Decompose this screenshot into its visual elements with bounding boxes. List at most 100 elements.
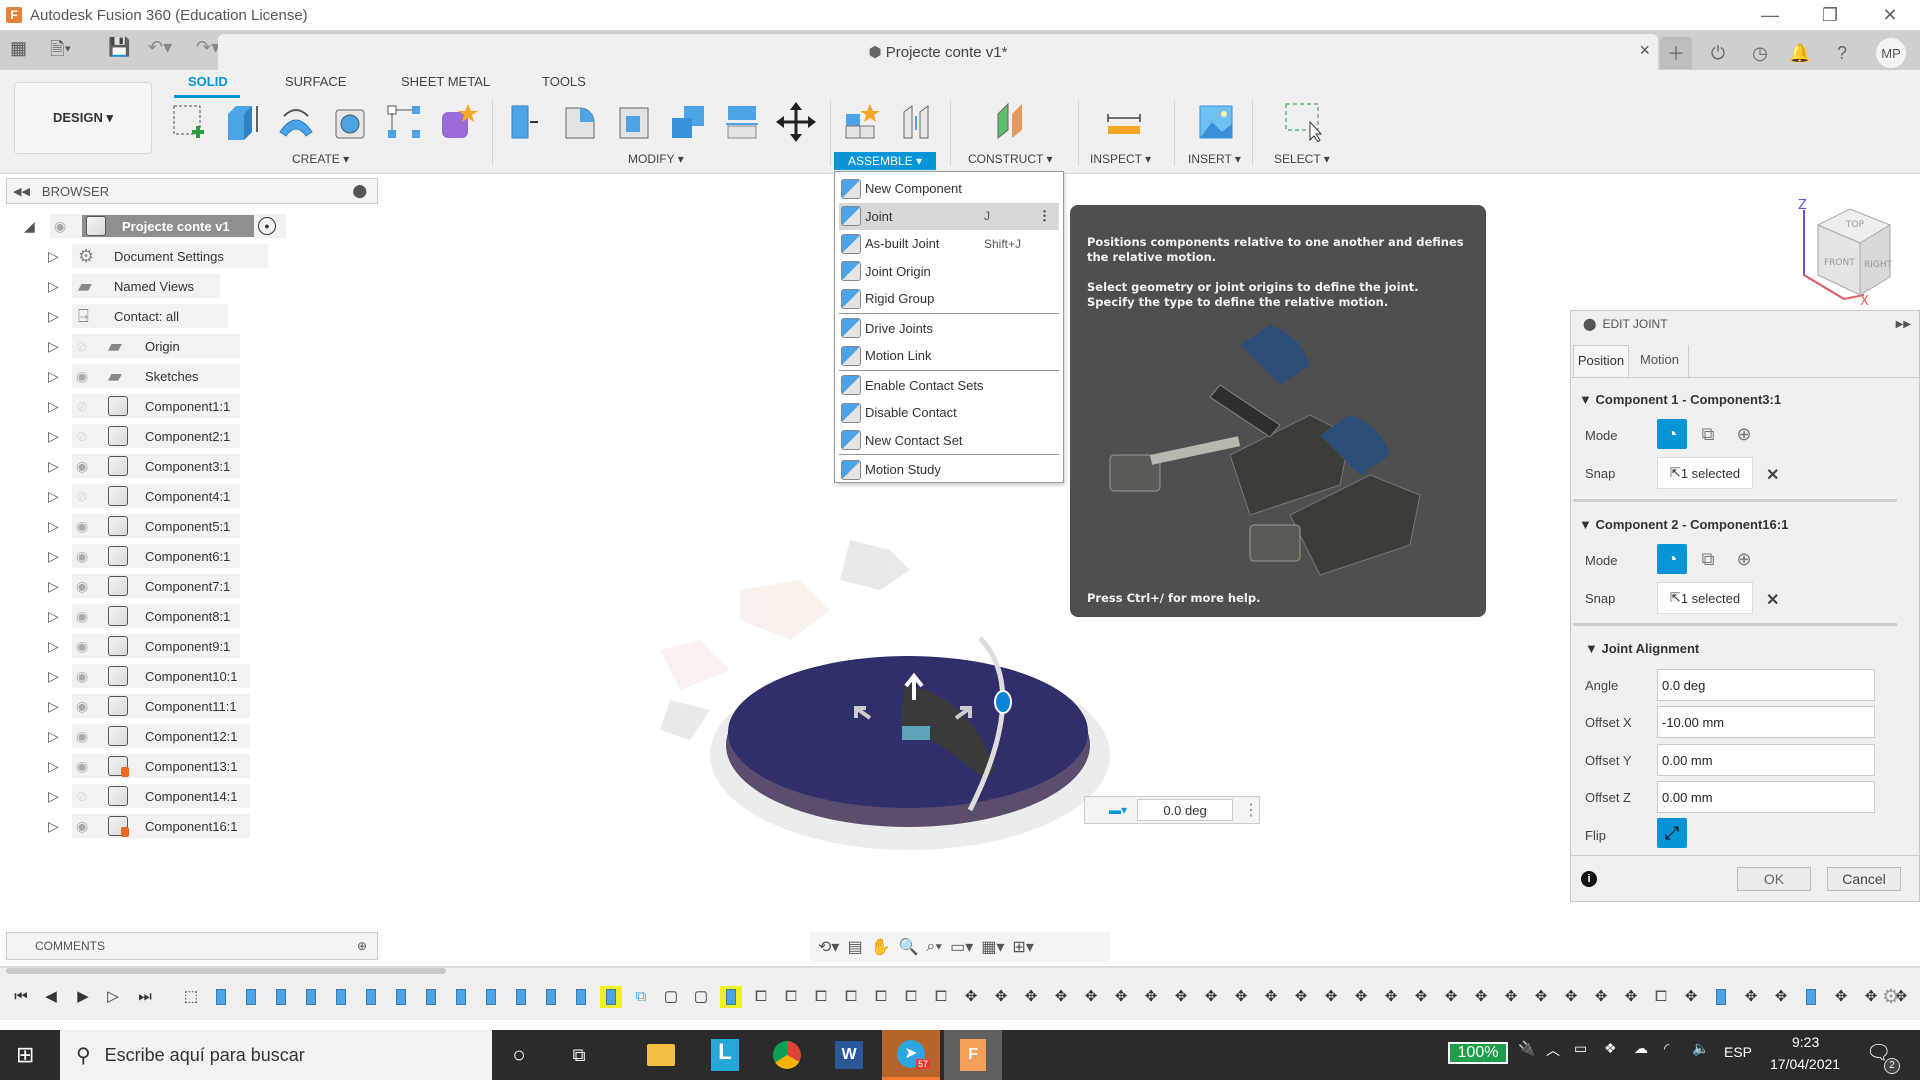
save-icon[interactable]: 💾 (108, 37, 130, 58)
info-icon[interactable]: i (1581, 871, 1597, 887)
fusion360-taskbar-icon[interactable]: F (944, 1030, 1002, 1080)
add-comment-icon[interactable]: ⊕ (357, 939, 367, 953)
offset-x-field[interactable]: -10.00 mm (1657, 706, 1875, 738)
visibility-hidden-icon[interactable]: ⊘ (76, 788, 96, 804)
menu-item-new-contact-set[interactable]: New Contact Set (839, 427, 1059, 454)
menu-item-drive-joints[interactable]: Drive Joints (839, 315, 1059, 342)
expand-triangle-icon[interactable]: ▷ (48, 758, 64, 774)
file-menu-icon[interactable]: 🗎▾ (50, 37, 71, 67)
job-status-icon[interactable]: ◷ (1744, 37, 1776, 69)
timeline-move-icon[interactable]: ✥ (1290, 986, 1312, 1008)
timeline-move-icon[interactable]: ✥ (1260, 986, 1282, 1008)
clock-date[interactable]: 17/04/2021 (1770, 1056, 1840, 1072)
expand-triangle-icon[interactable]: ▷ (48, 728, 64, 744)
component2-section-header[interactable]: ▼ Component 2 - Component16:1 (1579, 517, 1788, 532)
go-to-end-icon[interactable]: ⏭ (134, 986, 156, 1008)
undo-icon[interactable]: ↶▾ (148, 37, 172, 58)
shell-icon[interactable] (614, 102, 654, 142)
expand-triangle-icon[interactable]: ▷ (48, 488, 64, 504)
offset-z-field[interactable]: 0.00 mm (1657, 781, 1875, 813)
expand-triangle-icon[interactable]: ▷ (48, 428, 64, 444)
cube-top-label[interactable]: TOP (1845, 220, 1865, 230)
visibility-eye-icon[interactable]: ◉ (76, 638, 96, 654)
tab-motion[interactable]: Motion (1631, 345, 1689, 377)
timeline-extrude-icon[interactable] (360, 986, 382, 1008)
browser-item[interactable]: ▷ (48, 484, 64, 508)
browser-item[interactable]: ▷ (48, 784, 64, 808)
notifications-icon[interactable]: 🔔 (1784, 37, 1816, 69)
timeline-extrude-icon[interactable] (1710, 986, 1732, 1008)
timeline-sketch-icon[interactable]: ⬚ (180, 986, 202, 1008)
browser-item-label[interactable]: Component5:1 (145, 519, 230, 534)
expand-triangle-icon[interactable]: ▷ (48, 788, 64, 804)
root-label[interactable]: Projecte conte v1 (122, 219, 230, 234)
expand-triangle-icon[interactable]: ▷ (48, 248, 64, 264)
clear-selection-button[interactable]: ✕ (1766, 590, 1779, 610)
wifi-icon[interactable]: ◜ (1664, 1040, 1669, 1057)
menu-item-motion-study[interactable]: Motion Study (839, 456, 1059, 483)
timeline-move-icon[interactable]: ✥ (1200, 986, 1222, 1008)
select-icon[interactable] (1284, 102, 1324, 142)
angle-field[interactable]: 0.0 deg (1657, 669, 1875, 701)
between-two-faces-button[interactable]: ⧉ (1693, 544, 1723, 574)
expand-triangle-icon[interactable]: ▷ (48, 368, 64, 384)
visibility-eye-icon[interactable]: ◉ (76, 608, 96, 624)
browser-item-label[interactable]: Component14:1 (145, 789, 238, 804)
browser-item[interactable]: ▷ (48, 664, 64, 688)
browser-item-label[interactable]: Document Settings (114, 249, 224, 264)
flip-button[interactable]: ⤢ (1657, 818, 1687, 848)
volume-icon[interactable]: 🔈 (1692, 1040, 1709, 1057)
look-at-icon[interactable]: ▤ (847, 937, 862, 957)
menu-item-joint[interactable]: Joint J ⋮ (839, 202, 1059, 230)
expand-triangle-icon[interactable]: ▷ (48, 668, 64, 684)
more-options-icon[interactable]: ⋮ (1243, 800, 1259, 820)
tab-tools[interactable]: TOOLS (542, 74, 586, 89)
browser-item[interactable]: ▷ (48, 394, 64, 418)
menu-item-rigid-group[interactable]: Rigid Group (839, 285, 1059, 312)
timeline-extrude-icon[interactable] (240, 986, 262, 1008)
timeline-move-icon[interactable]: ✥ (1350, 986, 1372, 1008)
timeline-move-icon[interactable]: ✥ (990, 986, 1012, 1008)
insert-image-icon[interactable] (1196, 102, 1236, 142)
angle-input[interactable]: 0.0 deg (1137, 799, 1234, 821)
timeline-extrude-icon[interactable] (480, 986, 502, 1008)
press-pull-icon[interactable] (506, 102, 546, 142)
revolve-icon[interactable] (276, 102, 316, 142)
timeline-extrude-icon[interactable] (510, 986, 532, 1008)
data-panel-grid-icon[interactable]: ▦ (10, 38, 27, 59)
offset-face-icon[interactable] (722, 102, 762, 142)
app-l-icon[interactable]: L (696, 1030, 754, 1080)
fillet-icon[interactable] (560, 102, 600, 142)
browser-item-label[interactable]: Component1:1 (145, 399, 230, 414)
cube-front-label[interactable]: FRONT (1824, 258, 1855, 268)
timeline-body-icon[interactable]: ▢ (660, 986, 682, 1008)
pan-icon[interactable]: ✋ (871, 937, 891, 957)
browser-item[interactable]: ▷ (48, 814, 64, 838)
document-tab[interactable]: ⬢ Projecte conte v1* × (218, 34, 1658, 70)
browser-item-label[interactable]: Component16:1 (145, 819, 238, 834)
timeline-move-icon[interactable]: ✥ (1620, 986, 1642, 1008)
timeline-move-icon[interactable]: ✥ (1590, 986, 1612, 1008)
browser-item[interactable]: ▷ (48, 334, 64, 358)
timeline-move-icon[interactable]: ✥ (1140, 986, 1162, 1008)
cube-right-label[interactable]: RIGHT (1864, 260, 1893, 270)
visibility-eye-icon[interactable]: ◉ (76, 818, 96, 834)
expand-triangle-icon[interactable]: ▷ (48, 818, 64, 834)
timeline-move-icon[interactable]: ✥ (1530, 986, 1552, 1008)
timeline-move-icon[interactable]: ✥ (1320, 986, 1342, 1008)
timeline-rigid-icon[interactable]: ⧉ (630, 986, 652, 1008)
task-view-icon[interactable]: ⧉ (550, 1030, 608, 1080)
cancel-button[interactable]: Cancel (1827, 867, 1901, 891)
new-tab-icon[interactable]: ＋ (1660, 37, 1692, 69)
browser-item[interactable]: ▷ (48, 454, 64, 478)
visibility-eye-icon[interactable]: ◉ (76, 518, 96, 534)
timeline-extrude-icon[interactable] (600, 986, 622, 1008)
timeline-move-icon[interactable]: ✥ (1740, 986, 1762, 1008)
create-group-label[interactable]: CREATE ▾ (292, 152, 349, 166)
expand-triangle-icon[interactable]: ▷ (48, 458, 64, 474)
timeline-extrude-icon[interactable] (540, 986, 562, 1008)
timeline-move-icon[interactable]: ✥ (960, 986, 982, 1008)
timeline-move-icon[interactable]: ✥ (1170, 986, 1192, 1008)
more-options-icon[interactable]: ⋮ (1038, 208, 1051, 224)
timeline-extrude-icon[interactable] (450, 986, 472, 1008)
